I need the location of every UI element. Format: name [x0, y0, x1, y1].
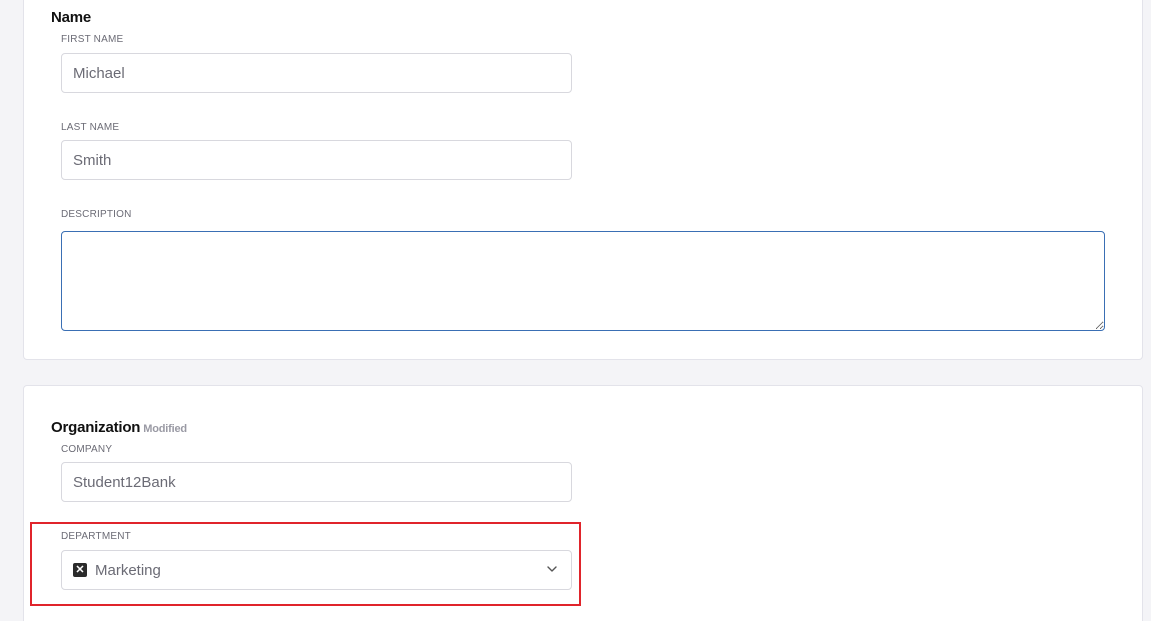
last-name-label: LAST NAME	[61, 122, 120, 133]
company-input[interactable]	[61, 462, 572, 502]
first-name-input[interactable]	[61, 53, 572, 93]
department-label: DEPARTMENT	[61, 531, 131, 542]
name-section-title: Name	[51, 9, 91, 26]
contact-edit-form: Name FIRST NAME LAST NAME DESCRIPTION Or…	[0, 0, 1151, 621]
modified-badge: Modified	[143, 423, 187, 435]
chevron-down-icon[interactable]	[547, 565, 557, 573]
close-icon[interactable]: ✕	[73, 563, 87, 577]
name-section-title-text: Name	[51, 9, 92, 26]
department-selected-value: Marketing	[95, 561, 161, 579]
first-name-label: FIRST NAME	[61, 34, 124, 45]
organization-section-title: Organization Modified	[51, 419, 187, 436]
description-label: DESCRIPTION	[61, 209, 132, 220]
department-select[interactable]: ✕ Marketing	[61, 550, 572, 590]
organization-section-title-text: Organization	[51, 419, 141, 436]
company-label: COMPANY	[61, 444, 113, 455]
description-textarea[interactable]	[61, 231, 1105, 331]
last-name-input[interactable]	[61, 140, 572, 180]
